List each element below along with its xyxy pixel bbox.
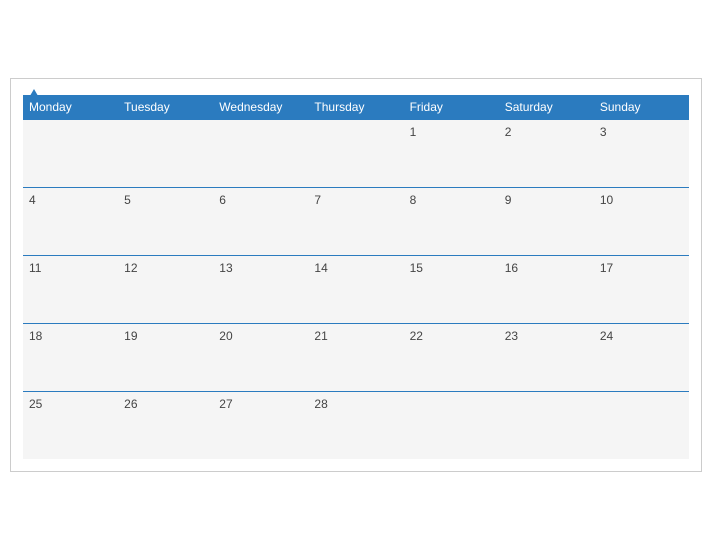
calendar-day-cell: 25 <box>23 391 118 459</box>
calendar-day-cell: 8 <box>404 187 499 255</box>
calendar-day-cell <box>594 391 689 459</box>
calendar-day-cell: 2 <box>499 119 594 187</box>
calendar-day-cell <box>499 391 594 459</box>
weekday-header-saturday: Saturday <box>499 95 594 120</box>
calendar-week-row: 18192021222324 <box>23 323 689 391</box>
weekday-header-row: MondayTuesdayWednesdayThursdayFridaySatu… <box>23 95 689 120</box>
calendar-week-row: 123 <box>23 119 689 187</box>
calendar-day-cell: 1 <box>404 119 499 187</box>
calendar-day-cell <box>23 119 118 187</box>
logo-triangle-icon <box>27 89 41 101</box>
calendar-day-cell: 27 <box>213 391 308 459</box>
weekday-header-sunday: Sunday <box>594 95 689 120</box>
weekday-header-thursday: Thursday <box>308 95 403 120</box>
logo-blue-text <box>23 89 41 101</box>
calendar-day-cell: 20 <box>213 323 308 391</box>
calendar-day-cell: 15 <box>404 255 499 323</box>
calendar-day-cell: 16 <box>499 255 594 323</box>
weekday-header-tuesday: Tuesday <box>118 95 213 120</box>
calendar-day-cell: 26 <box>118 391 213 459</box>
calendar-day-cell: 13 <box>213 255 308 323</box>
calendar-day-cell <box>118 119 213 187</box>
calendar-day-cell: 9 <box>499 187 594 255</box>
calendar-day-cell: 23 <box>499 323 594 391</box>
calendar-day-cell <box>308 119 403 187</box>
calendar-day-cell <box>213 119 308 187</box>
calendar-day-cell: 28 <box>308 391 403 459</box>
weekday-header-friday: Friday <box>404 95 499 120</box>
calendar-day-cell: 6 <box>213 187 308 255</box>
calendar-day-cell <box>404 391 499 459</box>
calendar-wrapper: MondayTuesdayWednesdayThursdayFridaySatu… <box>10 78 702 473</box>
calendar-day-cell: 19 <box>118 323 213 391</box>
calendar-day-cell: 21 <box>308 323 403 391</box>
logo <box>23 89 41 101</box>
calendar-day-cell: 7 <box>308 187 403 255</box>
calendar-day-cell: 4 <box>23 187 118 255</box>
calendar-day-cell: 12 <box>118 255 213 323</box>
weekday-header-wednesday: Wednesday <box>213 95 308 120</box>
calendar-day-cell: 14 <box>308 255 403 323</box>
calendar-day-cell: 22 <box>404 323 499 391</box>
calendar-table: MondayTuesdayWednesdayThursdayFridaySatu… <box>23 95 689 460</box>
calendar-week-row: 45678910 <box>23 187 689 255</box>
calendar-day-cell: 10 <box>594 187 689 255</box>
calendar-day-cell: 11 <box>23 255 118 323</box>
calendar-week-row: 25262728 <box>23 391 689 459</box>
calendar-day-cell: 3 <box>594 119 689 187</box>
calendar-day-cell: 17 <box>594 255 689 323</box>
calendar-day-cell: 24 <box>594 323 689 391</box>
calendar-week-row: 11121314151617 <box>23 255 689 323</box>
calendar-day-cell: 5 <box>118 187 213 255</box>
calendar-day-cell: 18 <box>23 323 118 391</box>
